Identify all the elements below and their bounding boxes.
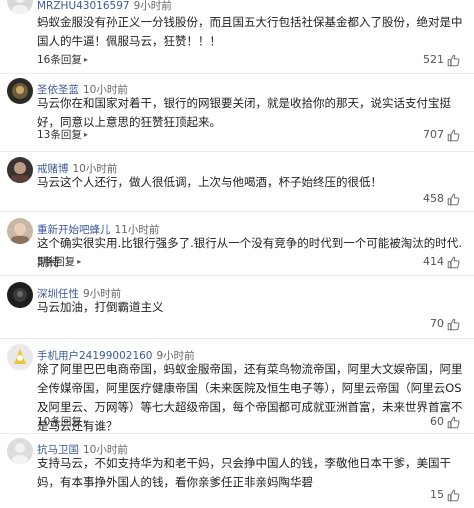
like-count: 60: [430, 415, 444, 428]
like-count: 414: [423, 255, 444, 268]
comment-text: 除了阿里巴巴电商帝国，蚂蚁金服帝国，还有菜鸟物流帝国，阿里大文娱帝国，阿里全传媒…: [37, 362, 463, 433]
username[interactable]: MRZHU43016597: [37, 0, 130, 12]
replies-link[interactable]: 13条回复 ▸: [37, 128, 88, 142]
like-button[interactable]: 521: [423, 53, 460, 67]
thumbs-up-icon: [447, 489, 460, 502]
comment-feed: MRZHU43016597 9小时前 蚂蚁金服没有孙正义一分钱股份，而且国五大行包…: [0, 0, 474, 508]
timestamp: 9小时前: [133, 0, 172, 12]
like-button[interactable]: 458: [423, 192, 460, 206]
chevron-right-icon: ▸: [77, 257, 82, 266]
comment-text: 马云这个人还行，做人很低调，上次与他喝酒，杯子始终压的很低！: [37, 175, 382, 189]
divider: [0, 151, 474, 152]
like-button[interactable]: 60: [430, 415, 460, 429]
thumbs-up-icon: [447, 129, 460, 142]
chevron-right-icon: ▸: [83, 55, 88, 64]
like-count: 15: [430, 488, 444, 501]
avatar[interactable]: [7, 344, 33, 370]
replies-count: 16条回复: [37, 54, 82, 66]
replies-count: 10条回复: [37, 416, 82, 428]
avatar[interactable]: [7, 78, 33, 104]
like-count: 707: [423, 128, 444, 141]
thumbs-up-icon: [447, 256, 460, 269]
comment-text: 马云加油，打倒霸道主义: [37, 300, 164, 314]
chevron-right-icon: ▸: [83, 130, 88, 139]
comment-item: MRZHU43016597 9小时前 蚂蚁金服没有孙正义一分钱股份，而且国五大行包…: [0, 0, 474, 72]
avatar[interactable]: [7, 438, 33, 464]
replies-count: 5条回复: [37, 256, 76, 268]
comment-item: 戒赌博 10小时前 马云这个人还行，做人很低调，上次与他喝酒，杯子始终压的很低！ …: [0, 157, 474, 212]
comment-meta: MRZHU43016597 9小时前: [37, 0, 172, 14]
thumbs-up-icon: [447, 318, 460, 331]
avatar[interactable]: [7, 218, 33, 244]
thumbs-up-icon: [447, 54, 460, 67]
comment-item: 深圳任性 9小时前 马云加油，打倒霸道主义 70: [0, 282, 474, 337]
avatar[interactable]: [7, 0, 33, 14]
like-button[interactable]: 70: [430, 317, 460, 331]
comment-item: 手机用户24199002160 9小时前 除了阿里巴巴电商帝国，蚂蚁金服帝国，还有…: [0, 344, 474, 434]
like-button[interactable]: 15: [430, 488, 460, 502]
avatar[interactable]: [7, 282, 33, 308]
comment-text: 这个确实很实用.比银行强多了.银行从一个没有竞争的时代到一个可能被淘汰的时代.期…: [37, 236, 462, 269]
like-count: 458: [423, 192, 444, 205]
comment-item: 重新开始吧蜂儿 11小时前 这个确实很实用.比银行强多了.银行从一个没有竞争的时代…: [0, 218, 474, 273]
divider: [0, 338, 474, 339]
like-count: 70: [430, 317, 444, 330]
comment-item: 抗马卫国 10小时前 支持马云，不如支持华为和老干妈，只会挣中国人的钱，李敬他日本…: [0, 438, 474, 508]
thumbs-up-icon: [447, 193, 460, 206]
replies-link[interactable]: 16条回复 ▸: [37, 53, 88, 67]
thumbs-up-icon: [447, 416, 460, 429]
avatar[interactable]: [7, 157, 33, 183]
divider: [0, 73, 474, 74]
replies-link[interactable]: 10条回复 ▸: [37, 415, 88, 429]
replies-count: 13条回复: [37, 129, 82, 141]
like-button[interactable]: 707: [423, 128, 460, 142]
chevron-right-icon: ▸: [83, 417, 88, 426]
divider: [0, 275, 474, 276]
like-button[interactable]: 414: [423, 255, 460, 269]
comment-text: 蚂蚁金服没有孙正义一分钱股份，而且国五大行包括社保基金都入了股份，绝对是中国人的…: [37, 15, 463, 48]
divider: [0, 433, 474, 434]
comment-text: 马云你在和国家对着干，银行的网银要关闭，就是收拾你的那天，说实话支付宝挺好，同意…: [37, 96, 451, 129]
like-count: 521: [423, 53, 444, 66]
comment-item: 圣依圣蓝 10小时前 马云你在和国家对着干，银行的网银要关闭，就是收拾你的那天，说…: [0, 78, 474, 150]
comment-text: 支持马云，不如支持华为和老干妈，只会挣中国人的钱，李敬他日本干爹，美国干妈，有本…: [37, 456, 451, 489]
divider: [0, 211, 474, 212]
replies-link[interactable]: 5条回复 ▸: [37, 255, 81, 269]
